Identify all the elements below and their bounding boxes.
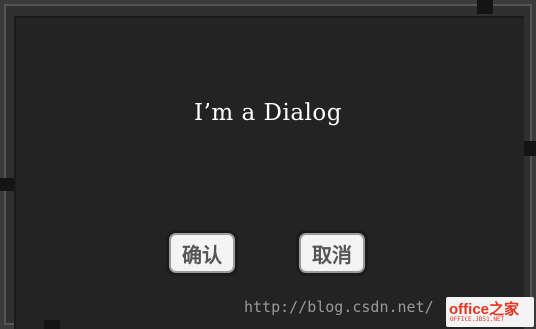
dialog-window-frame: I’m a Dialog 确认 取消 http://blog.csdn.net/… bbox=[0, 0, 536, 329]
dialog-surface bbox=[14, 16, 524, 329]
dialog-message: I’m a Dialog bbox=[194, 100, 342, 126]
confirm-button[interactable]: 确认 bbox=[166, 230, 238, 276]
cancel-button-label[interactable]: 取消 bbox=[299, 233, 365, 273]
frame-notch-bottom bbox=[44, 320, 60, 329]
blog-watermark: http://blog.csdn.net/ bbox=[244, 298, 434, 316]
frame-notch-left bbox=[0, 178, 14, 191]
frame-notch-top bbox=[477, 0, 493, 14]
frame-notch-right bbox=[524, 141, 536, 156]
cancel-button[interactable]: 取消 bbox=[296, 230, 368, 276]
office-home-logo: office之家 OFFICE.JB51.NET bbox=[446, 297, 534, 327]
office-home-logo-subtext: OFFICE.JB51.NET bbox=[450, 316, 505, 323]
confirm-button-label[interactable]: 确认 bbox=[169, 233, 235, 273]
